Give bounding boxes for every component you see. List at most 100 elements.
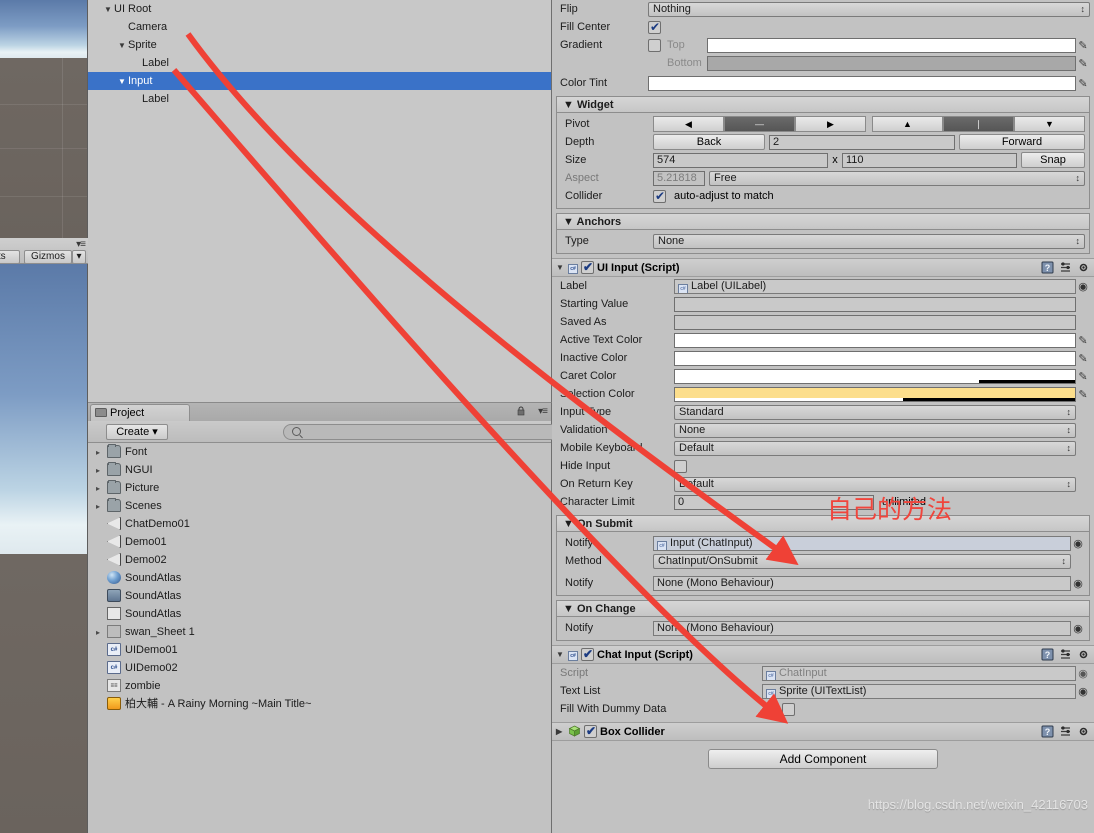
- expand-triangle-icon[interactable]: ▶: [556, 727, 568, 736]
- help-icon[interactable]: ?: [1041, 648, 1054, 661]
- project-item[interactable]: ▸ swan_Sheet 1: [88, 623, 551, 641]
- pivot-middle-button[interactable]: ❘: [943, 116, 1014, 132]
- pivot-bottom-button[interactable]: ▼: [1014, 116, 1085, 132]
- fill-center-checkbox[interactable]: [648, 20, 661, 34]
- eyedropper-icon[interactable]: ✎: [1076, 77, 1090, 90]
- project-item[interactable]: ▸ 柏大輔 - A Rainy Morning ~Main Title~: [88, 695, 551, 713]
- project-item[interactable]: ▸ Picture: [88, 479, 551, 497]
- gradient-top-color[interactable]: [707, 37, 1076, 53]
- preset-icon[interactable]: [1059, 725, 1072, 738]
- gizmos-dropdown-icon[interactable]: ▾: [72, 250, 86, 264]
- eyedropper-icon[interactable]: ✎: [1076, 39, 1090, 52]
- collapse-triangle-icon[interactable]: ▼: [118, 37, 128, 55]
- label-object[interactable]: c# Label (UILabel): [674, 278, 1076, 294]
- object-picker-icon[interactable]: ◉: [1071, 622, 1085, 635]
- anchor-type-dropdown[interactable]: None: [653, 233, 1085, 249]
- depth-back-button[interactable]: Back: [653, 134, 765, 150]
- preset-icon[interactable]: [1059, 648, 1072, 661]
- eyedropper-icon[interactable]: ✎: [1076, 352, 1090, 365]
- inactive-color-swatch[interactable]: [674, 350, 1076, 366]
- flip-dropdown[interactable]: Nothing: [648, 1, 1090, 17]
- box-collider-enabled-checkbox[interactable]: [584, 724, 597, 738]
- eyedropper-icon[interactable]: ✎: [1076, 370, 1090, 383]
- on-change-section-header[interactable]: ▼ On Change: [556, 600, 1090, 617]
- collider-checkbox[interactable]: [653, 189, 666, 203]
- size-width-input[interactable]: 574: [653, 152, 828, 168]
- pivot-top-button[interactable]: ▲: [872, 116, 943, 132]
- hierarchy-item-ui-root[interactable]: ▼ UI Root: [88, 0, 551, 18]
- stats-button[interactable]: ats: [0, 250, 20, 264]
- validation-dropdown[interactable]: None: [674, 422, 1076, 438]
- object-picker-icon[interactable]: ◉: [1071, 537, 1085, 550]
- eyedropper-icon[interactable]: ✎: [1076, 388, 1090, 401]
- hierarchy-item-label[interactable]: Label: [88, 54, 551, 72]
- ui-input-enabled-checkbox[interactable]: [581, 260, 594, 274]
- object-picker-icon[interactable]: ◉: [1076, 685, 1090, 698]
- eyedropper-icon[interactable]: ✎: [1076, 334, 1090, 347]
- expand-triangle-icon[interactable]: ▸: [96, 498, 107, 516]
- pivot-right-button[interactable]: ▶: [795, 116, 866, 132]
- on-submit-notify2-object[interactable]: None (Mono Behaviour): [653, 575, 1071, 591]
- collapse-triangle-icon[interactable]: ▼: [556, 263, 568, 272]
- project-item[interactable]: ▸ Scenes: [88, 497, 551, 515]
- project-item[interactable]: ▸c# UIDemo02: [88, 659, 551, 677]
- depth-value-input[interactable]: 2: [769, 134, 955, 150]
- size-height-input[interactable]: 110: [842, 152, 1017, 168]
- search-input[interactable]: [283, 424, 581, 440]
- gradient-bottom-color[interactable]: [707, 55, 1076, 71]
- saved-as-input[interactable]: [674, 314, 1076, 330]
- preset-icon[interactable]: [1059, 261, 1072, 274]
- component-header-box-collider[interactable]: ▶ Box Collider ?: [552, 722, 1094, 741]
- on-submit-method-dropdown[interactable]: ChatInput/OnSubmit: [653, 553, 1071, 569]
- anchors-section-header[interactable]: ▼ Anchors: [556, 213, 1090, 230]
- panel-menu-icon[interactable]: ▾≡: [76, 239, 86, 250]
- on-submit-notify-object[interactable]: c# Input (ChatInput): [653, 535, 1071, 551]
- gear-icon[interactable]: [1077, 648, 1090, 661]
- project-item[interactable]: ▸ ChatDemo01: [88, 515, 551, 533]
- add-component-button[interactable]: Add Component: [708, 749, 938, 769]
- collapse-triangle-icon[interactable]: ▼: [104, 1, 114, 19]
- selection-color-swatch[interactable]: [674, 386, 1076, 402]
- component-header-chat-input[interactable]: ▼ c# Chat Input (Script) ?: [552, 645, 1094, 664]
- help-icon[interactable]: ?: [1041, 261, 1054, 274]
- scene-view-top[interactable]: [0, 0, 88, 238]
- input-type-dropdown[interactable]: Standard: [674, 404, 1076, 420]
- mobile-keyboard-dropdown[interactable]: Default: [674, 440, 1076, 456]
- project-item[interactable]: ▸ NGUI: [88, 461, 551, 479]
- hierarchy-item-sprite[interactable]: ▼ Sprite: [88, 36, 551, 54]
- component-header-ui-input[interactable]: ▼ c# UI Input (Script) ?: [552, 258, 1094, 277]
- gradient-checkbox[interactable]: [648, 38, 661, 52]
- collapse-triangle-icon[interactable]: ▼: [556, 650, 568, 659]
- pivot-center-button[interactable]: —: [724, 116, 795, 132]
- project-item[interactable]: ▸ Font: [88, 443, 551, 461]
- project-item[interactable]: ▸c# UIDemo01: [88, 641, 551, 659]
- gear-icon[interactable]: [1077, 725, 1090, 738]
- snap-button[interactable]: Snap: [1021, 152, 1085, 168]
- project-item[interactable]: ▸ Demo01: [88, 533, 551, 551]
- widget-section-header[interactable]: ▼ Widget: [556, 96, 1090, 113]
- starting-value-input[interactable]: [674, 296, 1076, 312]
- object-picker-icon[interactable]: ◉: [1071, 577, 1085, 590]
- fill-dummy-checkbox[interactable]: [782, 702, 795, 716]
- project-item[interactable]: ▸≡≡ zombie: [88, 677, 551, 695]
- eyedropper-icon[interactable]: ✎: [1076, 57, 1090, 70]
- chat-input-enabled-checkbox[interactable]: [581, 647, 594, 661]
- hide-input-checkbox[interactable]: [674, 459, 687, 473]
- depth-forward-button[interactable]: Forward: [959, 134, 1085, 150]
- on-change-notify-object[interactable]: None (Mono Behaviour): [653, 620, 1071, 636]
- aspect-mode-dropdown[interactable]: Free: [709, 170, 1085, 186]
- object-picker-icon[interactable]: ◉: [1076, 280, 1090, 293]
- tab-project[interactable]: Project: [90, 404, 190, 421]
- project-item[interactable]: ▸ SoundAtlas: [88, 605, 551, 623]
- expand-triangle-icon[interactable]: ▸: [96, 480, 107, 498]
- on-submit-section-header[interactable]: ▼ On Submit: [556, 515, 1090, 532]
- lock-icon[interactable]: [517, 406, 525, 416]
- project-item[interactable]: ▸ SoundAtlas: [88, 569, 551, 587]
- collapse-triangle-icon[interactable]: ▼: [118, 73, 128, 91]
- hierarchy-item-label[interactable]: Label: [88, 90, 551, 108]
- caret-color-swatch[interactable]: [674, 368, 1076, 384]
- color-tint-color[interactable]: [648, 75, 1076, 91]
- active-text-color-swatch[interactable]: [674, 332, 1076, 348]
- project-item[interactable]: ▸ SoundAtlas: [88, 587, 551, 605]
- expand-triangle-icon[interactable]: ▸: [96, 462, 107, 480]
